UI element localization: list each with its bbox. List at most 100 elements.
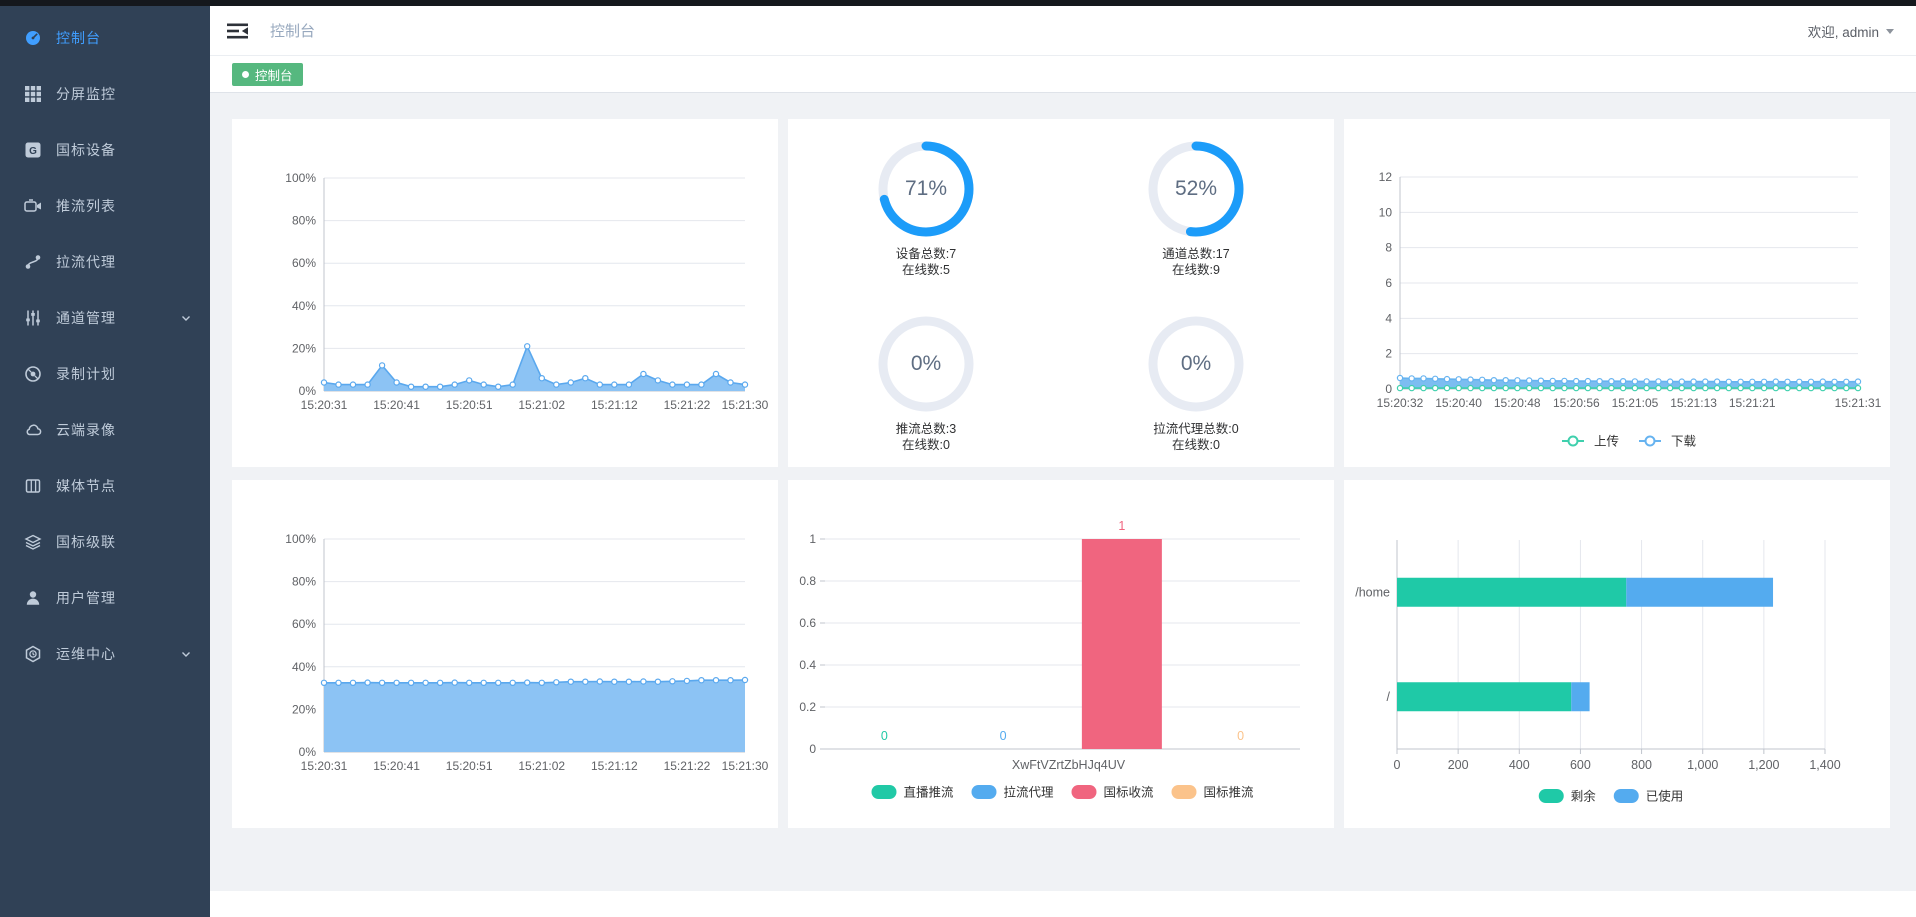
sidebar-item-split-screen[interactable]: 分屏监控	[0, 66, 210, 122]
chevron-down-icon	[180, 648, 192, 660]
legend-label: 国标收流	[1104, 786, 1155, 800]
x-axis-tick: 400	[1509, 758, 1530, 772]
x-axis-tick: 1,000	[1687, 758, 1718, 772]
sidebar-item-console[interactable]: 控制台	[0, 10, 210, 66]
legend-label: 直播推流	[904, 786, 955, 800]
sidebar-item-label: 国标设备	[56, 140, 192, 160]
y-axis-tick: 12	[1379, 170, 1393, 184]
x-axis-tick: 15:21:30	[722, 759, 769, 773]
tab-console[interactable]: 控制台	[232, 63, 303, 86]
y-axis-tick: 0.6	[799, 616, 816, 630]
y-axis-tick: 0	[1385, 382, 1392, 396]
y-axis-tick: 40%	[292, 299, 316, 313]
y-axis-tick: 0	[809, 742, 816, 756]
dashboard-content: 0%20%40%60%80%100%15:20:3115:20:4115:20:…	[210, 93, 1916, 891]
y-category-label: /home	[1355, 585, 1390, 599]
y-axis-tick: 80%	[292, 575, 316, 589]
y-category-label: /	[1387, 690, 1391, 704]
y-axis-tick: 100%	[285, 171, 316, 185]
overview-gauges-panel: 71% 设备总数:7 在线数:5 52% 通道总数:17 在线数:9 0% 推流…	[788, 119, 1334, 467]
dashboard-icon	[24, 29, 42, 47]
y-axis-tick: 0.8	[799, 574, 816, 588]
gauge: 0% 推流总数:3 在线数:0	[816, 314, 1036, 453]
user-menu[interactable]: 欢迎, admin	[1808, 21, 1894, 41]
x-axis-tick: 15:20:51	[446, 759, 493, 773]
page-bottom-strip	[210, 891, 1916, 917]
header: 控制台 欢迎, admin	[210, 6, 1916, 56]
cpu-usage-panel: 0%20%40%60%80%100%15:20:3115:20:4115:20:…	[232, 119, 778, 467]
disk-usage-panel: 02004006008001,0001,2001,400/home/剩余已使用	[1344, 480, 1890, 828]
x-axis-tick: 600	[1570, 758, 1591, 772]
x-axis-tick: 200	[1448, 758, 1469, 772]
gauge-total-label: 拉流代理总数:0	[1086, 422, 1306, 438]
sidebar-item-user-mgmt[interactable]: 用户管理	[0, 570, 210, 626]
gauge-percent: 71%	[876, 139, 976, 239]
active-dot-icon	[242, 71, 249, 78]
sidebar-item-label: 分屏监控	[56, 84, 192, 104]
bar-value-label: 0	[1237, 729, 1244, 743]
y-axis-tick: 0%	[299, 745, 317, 759]
gauge-total-label: 设备总数:7	[816, 247, 1036, 263]
split-screen-icon	[24, 85, 42, 103]
x-axis-tick: 15:20:51	[446, 398, 493, 412]
sidebar-item-record-plan[interactable]: 录制计划	[0, 346, 210, 402]
user-icon	[24, 589, 42, 607]
legend-label: 已使用	[1646, 789, 1684, 804]
sidebar-item-push-list[interactable]: 推流列表	[0, 178, 210, 234]
gauge: 52% 通道总数:17 在线数:9	[1086, 139, 1306, 278]
sidebar-item-label: 国标级联	[56, 532, 192, 552]
push-stream-icon	[24, 197, 42, 215]
gauge-total-label: 通道总数:17	[1086, 247, 1306, 263]
legend-label: 上传	[1594, 434, 1619, 449]
sidebar-item-label: 媒体节点	[56, 476, 192, 496]
y-axis-tick: 100%	[285, 532, 316, 546]
collapse-menu-icon[interactable]	[227, 22, 248, 40]
sidebar-item-gb-devices[interactable]: G 国标设备	[0, 122, 210, 178]
gauge-percent: 0%	[876, 314, 976, 414]
y-axis-tick: 20%	[292, 702, 316, 716]
sidebar-item-label: 云端录像	[56, 420, 192, 440]
x-axis-tick: 15:21:12	[591, 759, 638, 773]
bar-value-label: 1	[1118, 519, 1125, 533]
y-axis-tick: 2	[1385, 347, 1392, 361]
sidebar-item-gb-cascade[interactable]: 国标级联	[0, 514, 210, 570]
y-axis-tick: 0.2	[799, 700, 816, 714]
ops-center-icon	[24, 645, 42, 663]
sidebar-item-label: 控制台	[56, 28, 192, 48]
y-axis-tick: 0%	[299, 384, 317, 398]
media-node-icon	[24, 477, 42, 495]
legend-label: 下载	[1671, 435, 1697, 449]
sidebar-item-cloud-record[interactable]: 云端录像	[0, 402, 210, 458]
caret-down-icon	[1886, 29, 1894, 34]
sidebar-item-ops-center[interactable]: 运维中心	[0, 626, 210, 682]
x-axis-tick: 15:21:12	[591, 398, 638, 412]
gauge: 0% 拉流代理总数:0 在线数:0	[1086, 314, 1306, 453]
x-axis-tick: 1,200	[1748, 758, 1779, 772]
x-axis-tick: 1,400	[1809, 758, 1840, 772]
gauge-percent: 52%	[1146, 139, 1246, 239]
main-area: 控制台 欢迎, admin 控制台 0%20%40%60%80%100%15:2…	[210, 6, 1916, 917]
x-axis-tick: 15:21:22	[664, 759, 711, 773]
legend-label: 国标推流	[1204, 786, 1255, 800]
sidebar-item-label: 录制计划	[56, 364, 192, 384]
cascade-icon	[24, 533, 42, 551]
sidebar-item-pull-proxy[interactable]: 拉流代理	[0, 234, 210, 290]
sidebar-item-channel-mgmt[interactable]: 通道管理	[0, 290, 210, 346]
gauge-percent: 0%	[1146, 314, 1246, 414]
y-axis-tick: 80%	[292, 214, 316, 228]
sidebar-item-label: 运维中心	[56, 644, 180, 664]
x-axis-tick: 15:21:02	[518, 759, 565, 773]
gauges-grid: 71% 设备总数:7 在线数:5 52% 通道总数:17 在线数:9 0% 推流…	[788, 119, 1334, 467]
sidebar-item-media-node[interactable]: 媒体节点	[0, 458, 210, 514]
welcome-text: 欢迎, admin	[1808, 21, 1879, 41]
pull-proxy-icon	[24, 253, 42, 271]
sidebar-menu: 控制台 分屏监控 G 国标设备 推流列表 拉流代理 通道管理 录制计划 云端录像…	[0, 10, 210, 682]
x-axis-tick: 15:20:56	[1553, 396, 1600, 410]
y-axis-tick: 10	[1379, 205, 1393, 219]
browser-top-strip	[0, 0, 1916, 6]
y-axis-tick: 60%	[292, 617, 316, 631]
breadcrumb: 控制台	[270, 20, 315, 41]
x-axis-tick: 15:20:32	[1377, 396, 1424, 410]
x-axis-tick: 15:21:02	[518, 398, 565, 412]
x-axis-tick: 15:20:48	[1494, 396, 1541, 410]
